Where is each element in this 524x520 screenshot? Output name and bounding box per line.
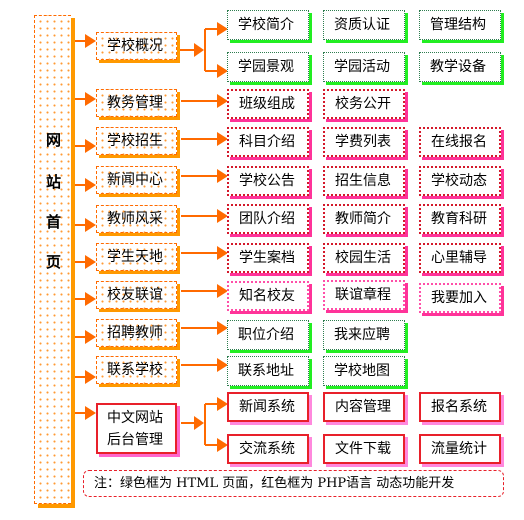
page-node: 流量统计 <box>419 434 501 464</box>
page-node: 交流系统 <box>227 434 309 464</box>
root-node-homepage: 网 站 首 页 <box>34 15 71 504</box>
page-node: 学校地图 <box>323 356 405 386</box>
page-node: 心里辅导 <box>419 243 501 273</box>
page-node: 新闻系统 <box>227 392 309 422</box>
page-node: 我来应聘 <box>323 320 405 350</box>
page-node: 内容管理 <box>323 392 405 422</box>
page-node: 联谊章程 <box>323 280 405 310</box>
page-node: 文件下载 <box>323 434 405 464</box>
page-node: 报名系统 <box>419 392 501 422</box>
page-node: 科目介绍 <box>227 127 309 157</box>
page-node: 招生信息 <box>323 166 405 196</box>
page-node: 职位介绍 <box>227 320 309 350</box>
page-node: 校务公开 <box>323 89 405 119</box>
section-teachers: 教师风采 <box>96 205 177 233</box>
legend-note: 注：绿色框为 HTML 页面，红色框为 PHP语言 动态功能开发 <box>83 470 504 497</box>
root-label-char: 站 <box>45 173 61 191</box>
root-label-char: 网 <box>45 131 61 149</box>
root-label-char: 首 <box>45 213 61 231</box>
page-node: 教师简介 <box>323 204 405 234</box>
page-node: 知名校友 <box>227 281 309 311</box>
section-recruitment: 招聘教师 <box>96 319 177 347</box>
section-alumni: 校友联谊 <box>96 281 177 309</box>
section-news-center: 新闻中心 <box>96 166 177 194</box>
page-node: 联系地址 <box>227 356 309 386</box>
page-node: 学校动态 <box>419 166 501 196</box>
page-node: 在线报名 <box>419 127 501 157</box>
page-node: 资质认证 <box>323 10 405 40</box>
backend-label-line: 中文网站 <box>107 410 163 426</box>
root-label-char: 页 <box>45 253 61 271</box>
page-node: 教育科研 <box>419 204 501 234</box>
section-school-overview: 学校概况 <box>96 32 177 60</box>
page-node: 管理结构 <box>419 10 501 40</box>
section-backend-admin: 中文网站 后台管理 <box>96 403 177 454</box>
page-node: 学费列表 <box>323 127 405 157</box>
page-node: 学校公告 <box>227 166 309 196</box>
section-contact: 联系学校 <box>96 356 177 384</box>
page-node: 校园生活 <box>323 243 405 273</box>
page-node: 学校简介 <box>227 10 309 40</box>
root-shadow-bottom <box>38 504 75 508</box>
backend-label-line: 后台管理 <box>107 432 163 448</box>
page-node: 学生案档 <box>227 243 309 273</box>
page-node: 团队介绍 <box>227 204 309 234</box>
section-academic-affairs: 教务管理 <box>96 89 177 117</box>
section-students: 学生天地 <box>96 243 177 271</box>
page-node: 学园景观 <box>227 52 309 82</box>
page-node: 班级组成 <box>227 89 309 119</box>
section-admissions: 学校招生 <box>96 127 177 155</box>
page-node: 学园活动 <box>323 52 405 82</box>
page-node: 我要加入 <box>419 283 501 313</box>
page-node: 教学设备 <box>419 52 501 82</box>
